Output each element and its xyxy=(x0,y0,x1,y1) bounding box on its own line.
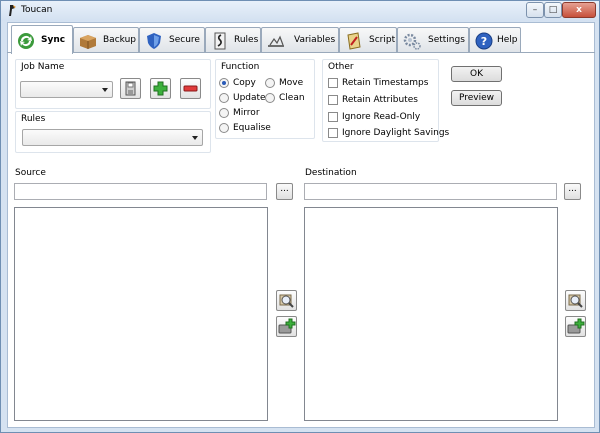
add-job-button[interactable] xyxy=(150,78,171,99)
tab-backup-label: Backup xyxy=(103,35,136,45)
tab-divider xyxy=(7,52,595,53)
preview-button[interactable]: Preview xyxy=(451,90,502,106)
minimize-button[interactable]: – xyxy=(526,2,544,18)
remove-job-button[interactable] xyxy=(180,78,201,99)
shield-icon xyxy=(147,33,161,49)
tab-script[interactable]: Script xyxy=(339,27,397,53)
rules-combo[interactable] xyxy=(22,129,203,146)
tab-secure-label: Secure xyxy=(169,35,200,45)
tab-sync-label: Sync xyxy=(41,35,66,45)
function-copy-label: Copy xyxy=(233,78,256,88)
function-mirror-radio[interactable]: Mirror xyxy=(219,107,265,120)
job-name-combo[interactable] xyxy=(20,81,113,98)
tab-rules[interactable]: Rules xyxy=(205,27,261,53)
retain-attributes-checkbox[interactable]: Retain Attributes xyxy=(328,94,436,107)
destination-label: Destination xyxy=(305,168,357,178)
toucan-app-icon xyxy=(9,5,16,16)
maximize-button[interactable]: □ xyxy=(544,2,562,18)
script-icon xyxy=(347,32,361,50)
retain-timestamps-checkbox[interactable]: Retain Timestamps xyxy=(328,77,436,90)
function-equalise-label: Equalise xyxy=(233,123,271,133)
function-update-radio[interactable]: Update xyxy=(219,92,266,105)
ignore-read-only-checkbox[interactable]: Ignore Read-Only xyxy=(328,111,436,124)
help-icon: ? xyxy=(475,32,493,50)
source-refresh-button[interactable] xyxy=(276,290,297,311)
minus-icon xyxy=(183,85,198,92)
source-add-button[interactable] xyxy=(276,316,297,337)
drive-add-icon xyxy=(567,318,585,334)
save-job-button[interactable] xyxy=(120,78,141,99)
ignore-read-only-label: Ignore Read-Only xyxy=(342,112,421,122)
source-label: Source xyxy=(15,168,46,178)
function-equalise-radio[interactable]: Equalise xyxy=(219,122,279,135)
source-path-input[interactable] xyxy=(14,183,267,200)
tab-bar: Sync Backup Secure Rules Variables Scrip… xyxy=(7,25,595,54)
title-bar[interactable]: Toucan – □ x xyxy=(1,1,599,21)
tab-secure[interactable]: Secure xyxy=(139,27,205,53)
destination-add-button[interactable] xyxy=(565,316,586,337)
ok-button[interactable]: OK xyxy=(451,66,502,82)
checkbox-icon xyxy=(328,128,338,138)
main-window: Toucan – □ x Sync Backup Secure Rules Va… xyxy=(0,0,600,433)
function-move-radio[interactable]: Move xyxy=(265,77,311,90)
tab-variables[interactable]: Variables xyxy=(261,27,339,53)
tab-help[interactable]: ? Help xyxy=(469,27,521,53)
checkbox-icon xyxy=(328,95,338,105)
magnifier-refresh-icon xyxy=(279,294,294,308)
source-tree[interactable] xyxy=(14,207,268,421)
radio-icon xyxy=(219,93,229,103)
tab-help-label: Help xyxy=(497,35,518,45)
checkbox-icon xyxy=(328,112,338,122)
other-label: Other xyxy=(328,62,354,72)
tab-sync[interactable]: Sync xyxy=(11,25,73,54)
function-label: Function xyxy=(221,62,260,72)
tab-backup[interactable]: Backup xyxy=(73,27,139,53)
retain-timestamps-label: Retain Timestamps xyxy=(342,78,429,88)
sync-icon xyxy=(18,33,34,49)
destination-refresh-button[interactable] xyxy=(565,290,586,311)
tab-variables-label: Variables xyxy=(294,35,336,45)
function-clean-radio[interactable]: Clean xyxy=(265,92,311,105)
ignore-daylight-savings-label: Ignore Daylight Savings xyxy=(342,128,450,138)
tab-rules-label: Rules xyxy=(234,35,259,45)
window-title: Toucan xyxy=(21,5,53,15)
destination-tree[interactable] xyxy=(304,207,558,421)
radio-icon xyxy=(219,123,229,133)
source-browse-button[interactable]: ... xyxy=(276,183,293,200)
job-name-label: Job Name xyxy=(21,62,65,72)
radio-icon xyxy=(219,108,229,118)
chevron-down-icon xyxy=(102,88,108,92)
radio-icon xyxy=(265,78,275,88)
rules-label: Rules xyxy=(21,114,46,124)
retain-attributes-label: Retain Attributes xyxy=(342,95,418,105)
radio-icon xyxy=(265,93,275,103)
magnifier-refresh-icon xyxy=(568,294,583,308)
tab-settings-label: Settings xyxy=(428,35,465,45)
backup-box-icon xyxy=(80,35,96,49)
svg-text:?: ? xyxy=(481,35,487,48)
chevron-down-icon xyxy=(192,136,198,140)
function-update-label: Update xyxy=(233,93,266,103)
radio-selected-icon xyxy=(219,78,229,88)
drive-add-icon xyxy=(278,318,296,334)
settings-gear-icon xyxy=(403,33,421,50)
plus-icon xyxy=(153,81,168,96)
save-icon xyxy=(125,81,136,96)
tab-settings[interactable]: Settings xyxy=(397,27,469,53)
tab-script-label: Script xyxy=(369,35,396,45)
ignore-daylight-savings-checkbox[interactable]: Ignore Daylight Savings xyxy=(328,127,449,140)
function-copy-radio[interactable]: Copy xyxy=(219,77,265,90)
close-button[interactable]: x xyxy=(562,2,596,18)
rules-icon xyxy=(214,32,226,50)
function-move-label: Move xyxy=(279,78,304,88)
destination-browse-button[interactable]: ... xyxy=(564,183,581,200)
variables-icon xyxy=(268,35,284,47)
destination-path-input[interactable] xyxy=(304,183,557,200)
checkbox-icon xyxy=(328,78,338,88)
function-clean-label: Clean xyxy=(279,93,305,103)
function-mirror-label: Mirror xyxy=(233,108,260,118)
